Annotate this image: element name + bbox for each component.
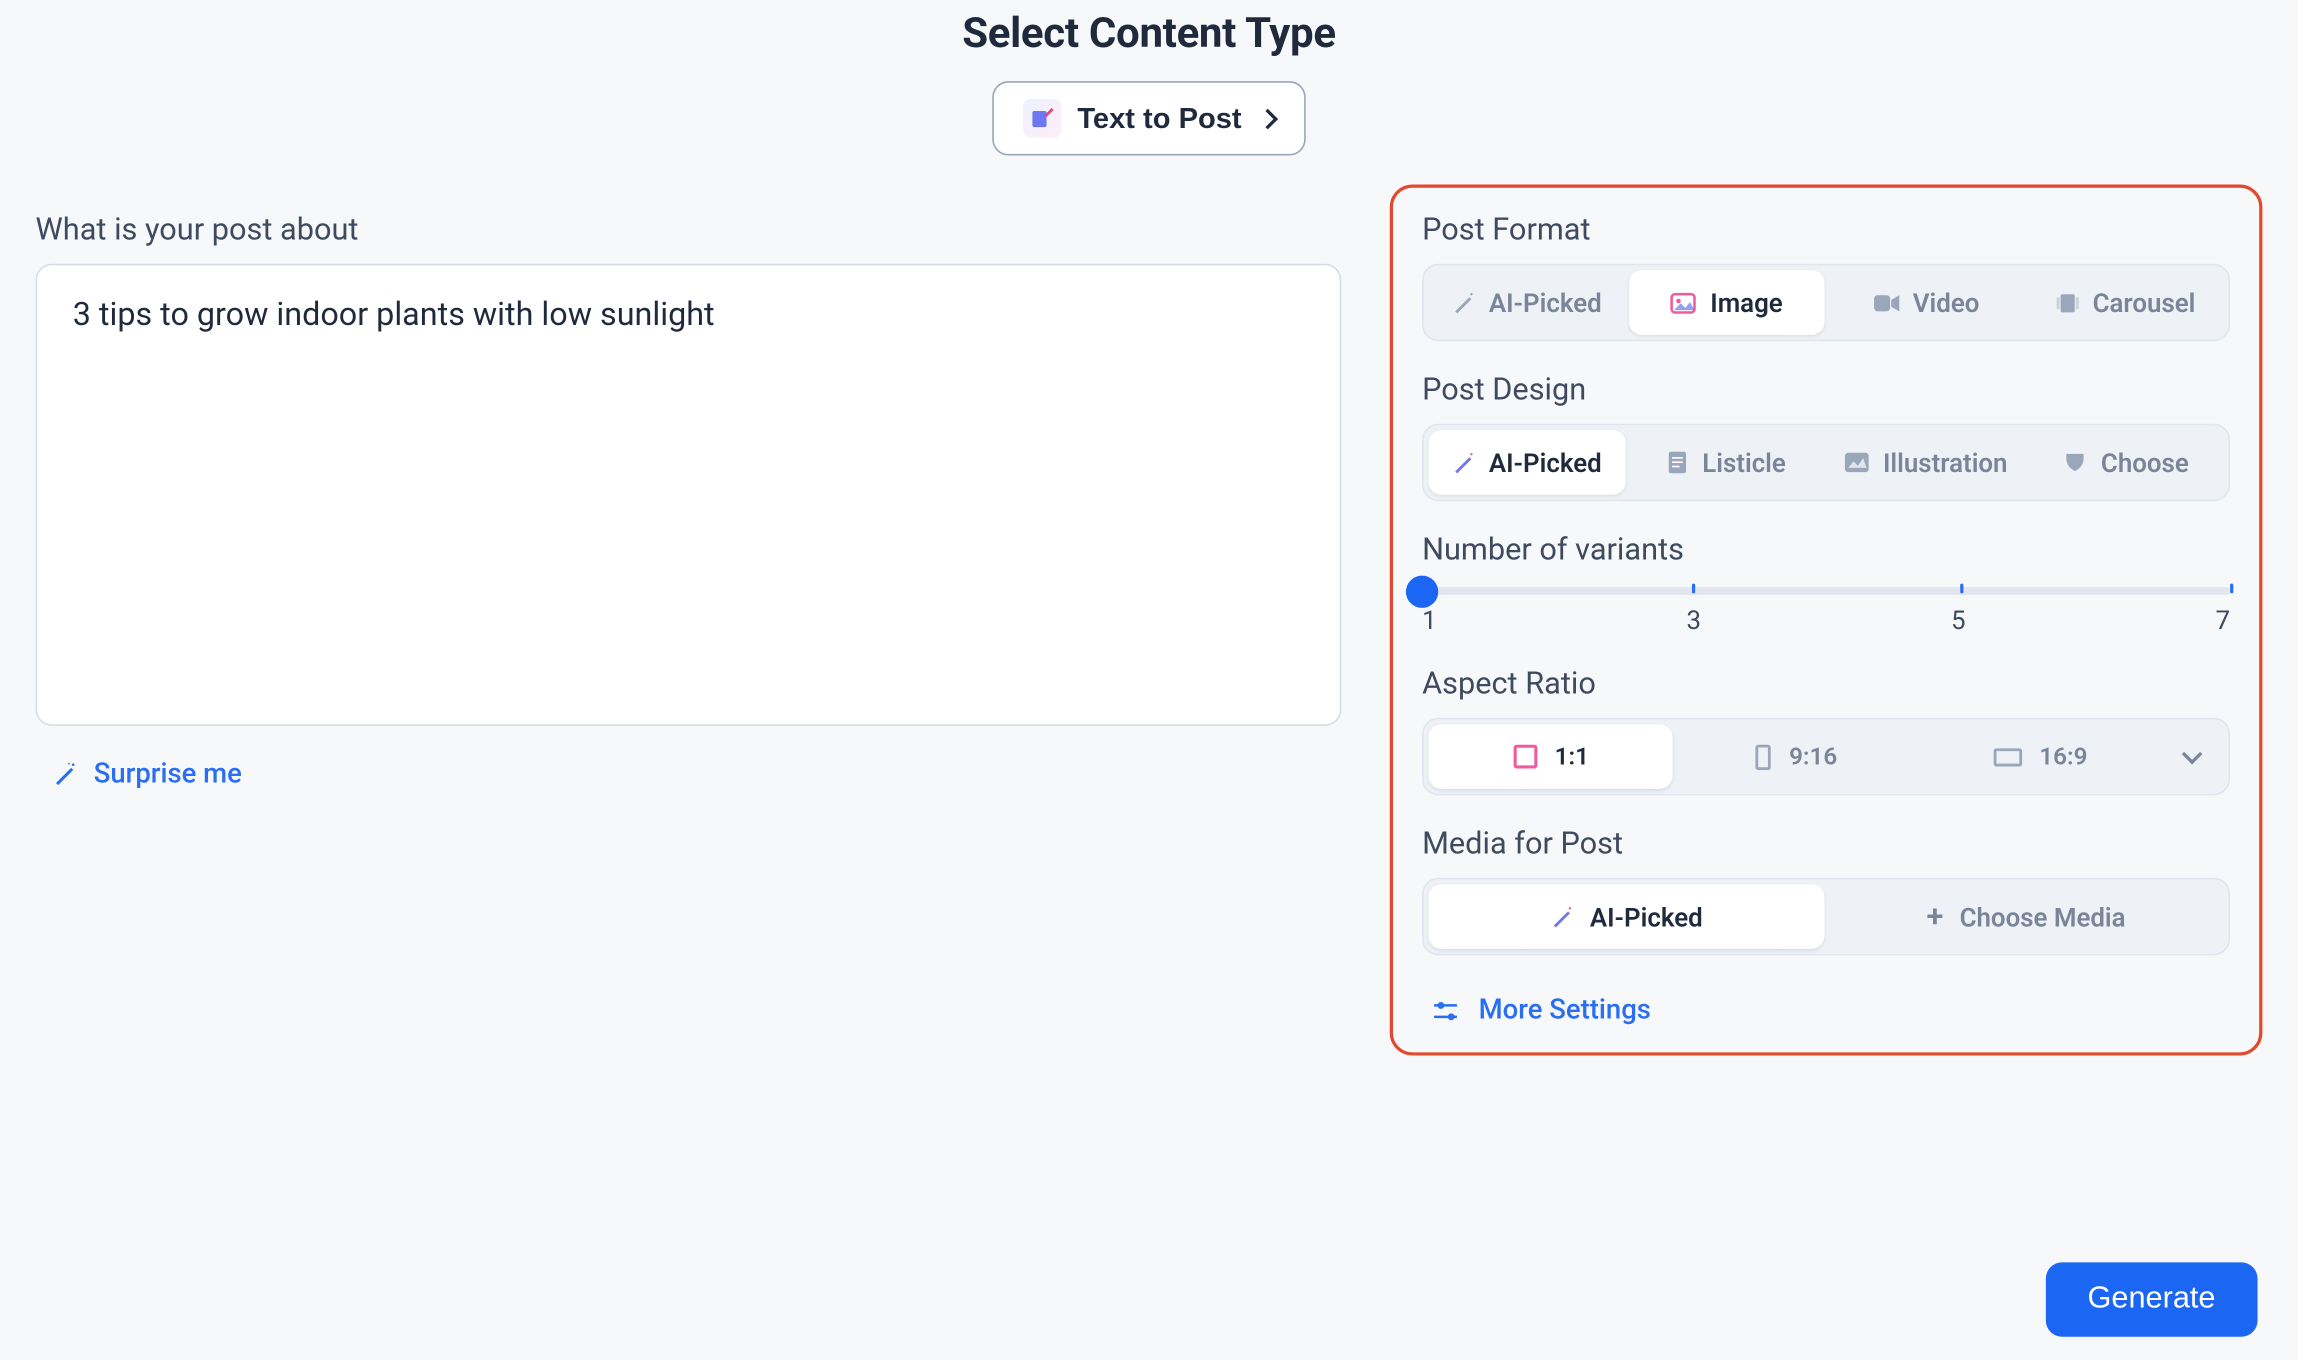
image-icon	[1670, 289, 1697, 316]
choose-icon	[2062, 450, 2088, 476]
aspect-ratio-expand[interactable]	[2162, 747, 2223, 766]
media-label: Media for Post	[1422, 824, 2230, 861]
post-format-carousel[interactable]: Carousel	[2027, 270, 2223, 335]
slider-thumb[interactable]	[1406, 575, 1438, 607]
aspect-ratio-9-16[interactable]: 9:16	[1673, 724, 1918, 789]
surprise-me-button[interactable]: Surprise me	[52, 758, 242, 790]
segment-label: AI-Picked	[1489, 287, 1602, 318]
aspect-ratio-16-9[interactable]: 16:9	[1918, 724, 2163, 789]
wand-icon	[52, 761, 78, 787]
prompt-textarea[interactable]	[36, 264, 1342, 726]
segment-label: AI-Picked	[1489, 447, 1602, 478]
post-format-ai-picked[interactable]: AI-Picked	[1429, 270, 1625, 335]
more-settings-button[interactable]: More Settings	[1432, 994, 1651, 1026]
text-to-post-icon	[1022, 99, 1061, 138]
post-format-group: AI-Picked Image Video Carousel	[1422, 264, 2230, 342]
video-icon	[1872, 290, 1899, 314]
post-format-image[interactable]: Image	[1628, 270, 1824, 335]
landscape-icon	[1992, 746, 2023, 767]
generate-button[interactable]: Generate	[2045, 1262, 2257, 1336]
post-design-illustration[interactable]: Illustration	[1828, 430, 2024, 495]
segment-label: 9:16	[1789, 742, 1837, 771]
chevron-down-icon	[2183, 744, 2204, 765]
variants-slider[interactable]: 1 3 5 7	[1422, 584, 2230, 636]
content-type-label: Text to Post	[1077, 101, 1241, 135]
variants-label: Number of variants	[1422, 530, 2230, 567]
aspect-ratio-label: Aspect Ratio	[1422, 664, 2230, 701]
segment-label: Image	[1710, 287, 1782, 318]
post-design-label: Post Design	[1422, 370, 2230, 407]
plus-icon	[1927, 900, 1944, 932]
post-design-group: AI-Picked Listicle Illustration Choose	[1422, 424, 2230, 502]
wand-icon	[1452, 450, 1476, 474]
aspect-ratio-group: 1:1 9:16 16:9	[1422, 718, 2230, 796]
segment-label: Video	[1913, 287, 1980, 318]
post-format-label: Post Format	[1422, 210, 2230, 247]
segment-label: Listicle	[1702, 447, 1786, 478]
listicle-icon	[1667, 450, 1690, 476]
post-design-choose[interactable]: Choose	[2027, 430, 2223, 495]
page-title: Select Content Type	[0, 10, 2298, 58]
more-settings-label: More Settings	[1479, 994, 1651, 1026]
media-choose[interactable]: Choose Media	[1829, 884, 2224, 949]
media-ai-picked[interactable]: AI-Picked	[1429, 884, 1824, 949]
slider-tick-labels: 1 3 5 7	[1422, 605, 2230, 636]
segment-label: 16:9	[2039, 742, 2087, 771]
post-design-ai-picked[interactable]: AI-Picked	[1429, 430, 1625, 495]
media-group: AI-Picked Choose Media	[1422, 878, 2230, 956]
illustration-icon	[1844, 451, 1870, 474]
surprise-me-label: Surprise me	[94, 758, 242, 790]
carousel-icon	[2055, 290, 2079, 314]
segment-label: Illustration	[1883, 447, 2008, 478]
post-format-video[interactable]: Video	[1828, 270, 2024, 335]
segment-label: Carousel	[2093, 287, 2196, 318]
settings-panel: Post Format AI-Picked Image Video	[1390, 185, 2263, 1055]
content-type-button[interactable]: Text to Post	[992, 81, 1307, 155]
prompt-label: What is your post about	[36, 210, 1342, 247]
segment-label: Choose Media	[1960, 901, 2126, 932]
post-design-listicle[interactable]: Listicle	[1628, 430, 1824, 495]
wand-icon	[1452, 290, 1476, 314]
segment-label: 1:1	[1555, 742, 1589, 771]
square-icon	[1513, 744, 1539, 770]
segment-label: Choose	[2101, 447, 2189, 478]
chevron-right-icon	[1258, 108, 1279, 129]
segment-label: AI-Picked	[1590, 901, 1703, 932]
portrait-icon	[1754, 743, 1773, 770]
wand-icon	[1549, 904, 1573, 928]
sliders-icon	[1432, 998, 1459, 1022]
aspect-ratio-1-1[interactable]: 1:1	[1429, 724, 1674, 789]
